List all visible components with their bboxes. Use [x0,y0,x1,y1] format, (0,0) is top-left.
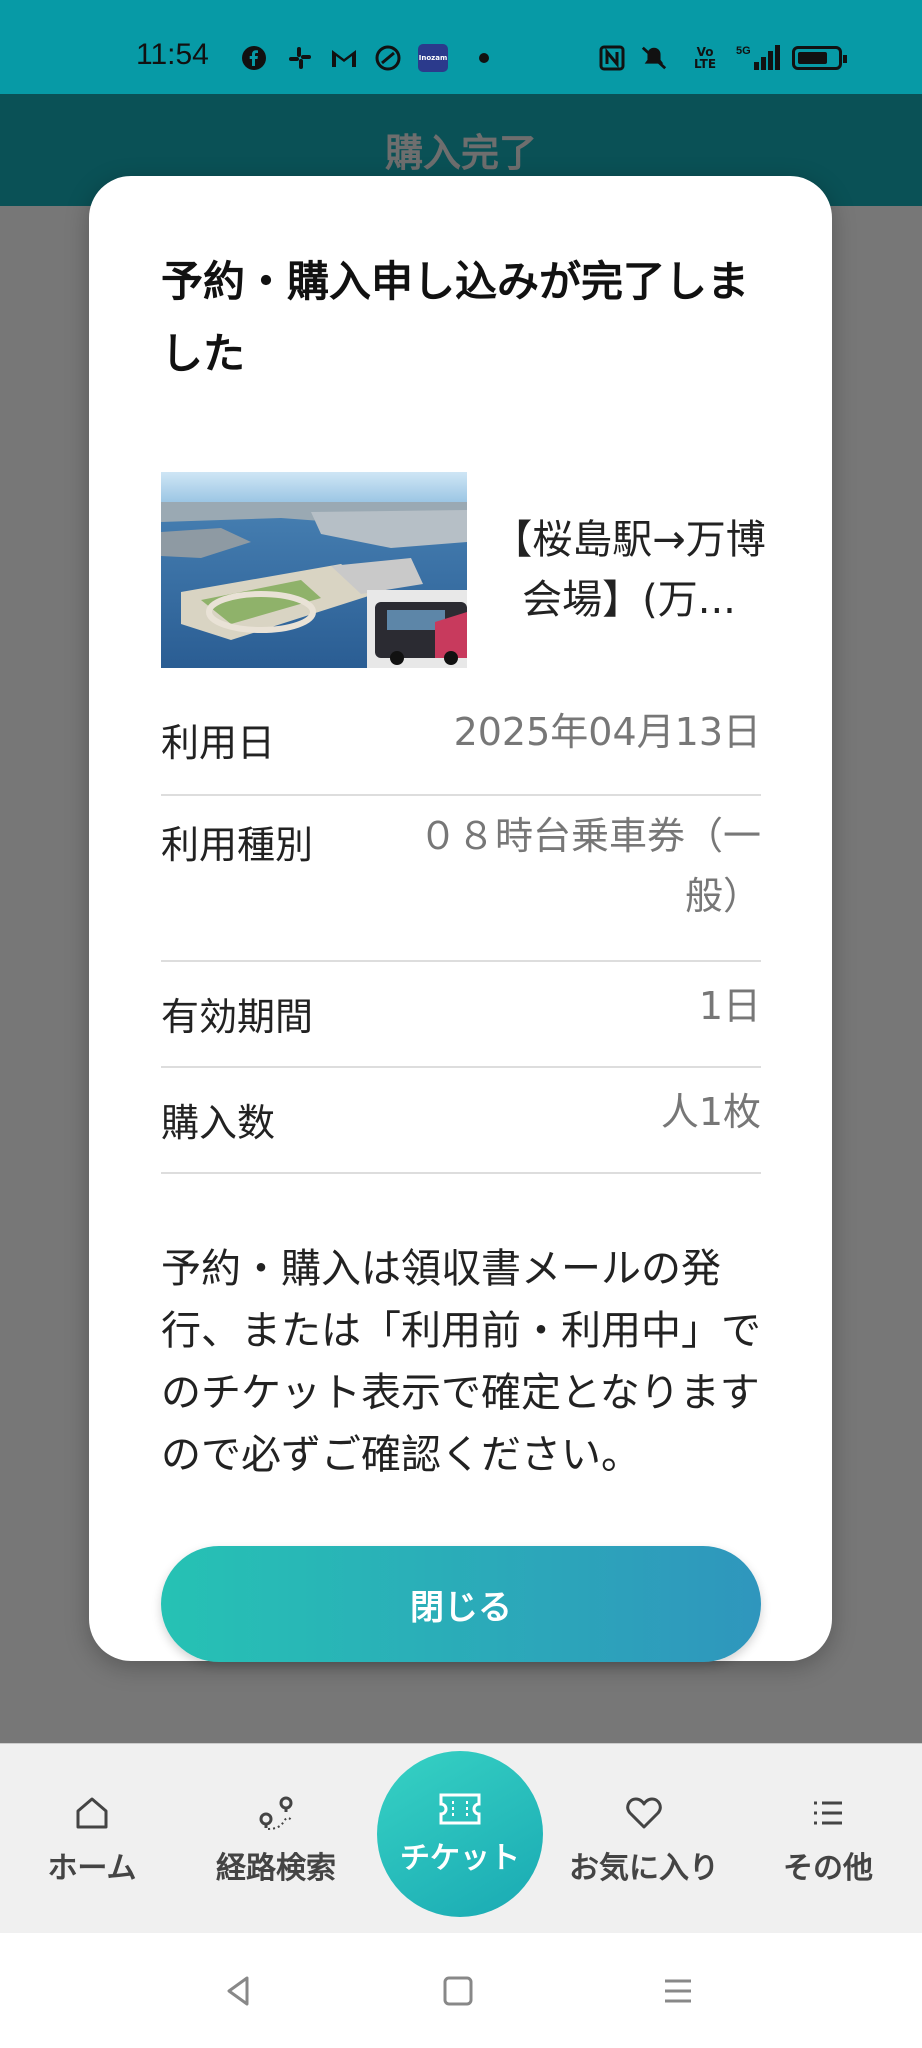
signal-5g-icon: 5G [736,44,780,72]
nav-favorites[interactable]: お気に入り [552,1744,736,1934]
app-badge-icon: Inozam [418,44,448,72]
list-icon [814,1801,842,1825]
nav-label: 経路検索 [216,1851,336,1886]
page-title: 購入完了 [384,131,537,175]
confirmation-notice: 予約・購入は領収書メールの発行、または「利用前・利用中」でのチケット表示で確定と… [161,1246,761,1478]
detail-label: 利用日 [161,721,276,765]
facebook-icon [240,44,268,72]
ticket-name: 【桜島駅→万博会場】(万... [492,517,766,623]
detail-row-valid-period: 有効期間 1日 [161,962,761,1068]
mute-icon [640,44,668,72]
nav-home[interactable]: ホーム [0,1744,184,1934]
dialog-title: 予約・購入申し込みが完了しました [161,257,750,378]
ticket-thumbnail [161,472,467,668]
nav-label: その他 [783,1851,873,1886]
nav-label: チケット [400,1841,520,1876]
detail-label: 有効期間 [161,995,314,1039]
close-button[interactable]: 閉じる [161,1546,761,1662]
status-time: 11:54 [136,38,209,71]
detail-row-usage-date: 利用日 2025年04月13日 [161,692,761,796]
system-navigation-bar [0,1933,922,2048]
ticket-icon [439,1793,481,1825]
network-type: 5G [736,45,751,57]
heart-icon [626,1797,662,1829]
detail-label: 購入数 [161,1101,276,1145]
nav-ticket[interactable]: チケット [377,1751,543,1917]
detail-value: 2025年04月13日 [453,710,761,754]
detail-row-quantity: 購入数 人1枚 [161,1068,761,1174]
recents-icon[interactable] [648,1961,708,2021]
nav-route-search[interactable]: 経路検索 [184,1744,368,1934]
home-icon [76,1797,108,1829]
nfc-icon [598,44,626,72]
back-icon[interactable] [208,1961,268,2021]
volte-icon: Vo LTE [693,45,717,71]
detail-value: ０８時台乗車券（一般） [418,814,761,918]
app-icon [374,44,402,72]
detail-label: 利用種別 [161,823,314,867]
gmail-icon [330,44,358,72]
nav-label: お気に入り [569,1851,719,1886]
purchase-complete-dialog: 予約・購入申し込みが完了しました 【桜島駅→万博会場】(万... 利用日 202… [89,176,832,1662]
battery-icon [792,46,847,70]
dot-icon [470,44,498,72]
detail-value: 人1枚 [660,1090,761,1134]
route-search-icon [259,1796,293,1830]
nav-other[interactable]: その他 [736,1744,920,1934]
detail-value: 1日 [698,984,761,1028]
home-square-icon[interactable] [428,1961,488,2021]
nav-label: ホーム [47,1851,137,1886]
slack-icon [286,44,314,72]
detail-row-usage-type: 利用種別 ０８時台乗車券（一般） [161,796,761,962]
status-bar: 11:54 Inozam Vo LTE 5G [0,0,922,94]
